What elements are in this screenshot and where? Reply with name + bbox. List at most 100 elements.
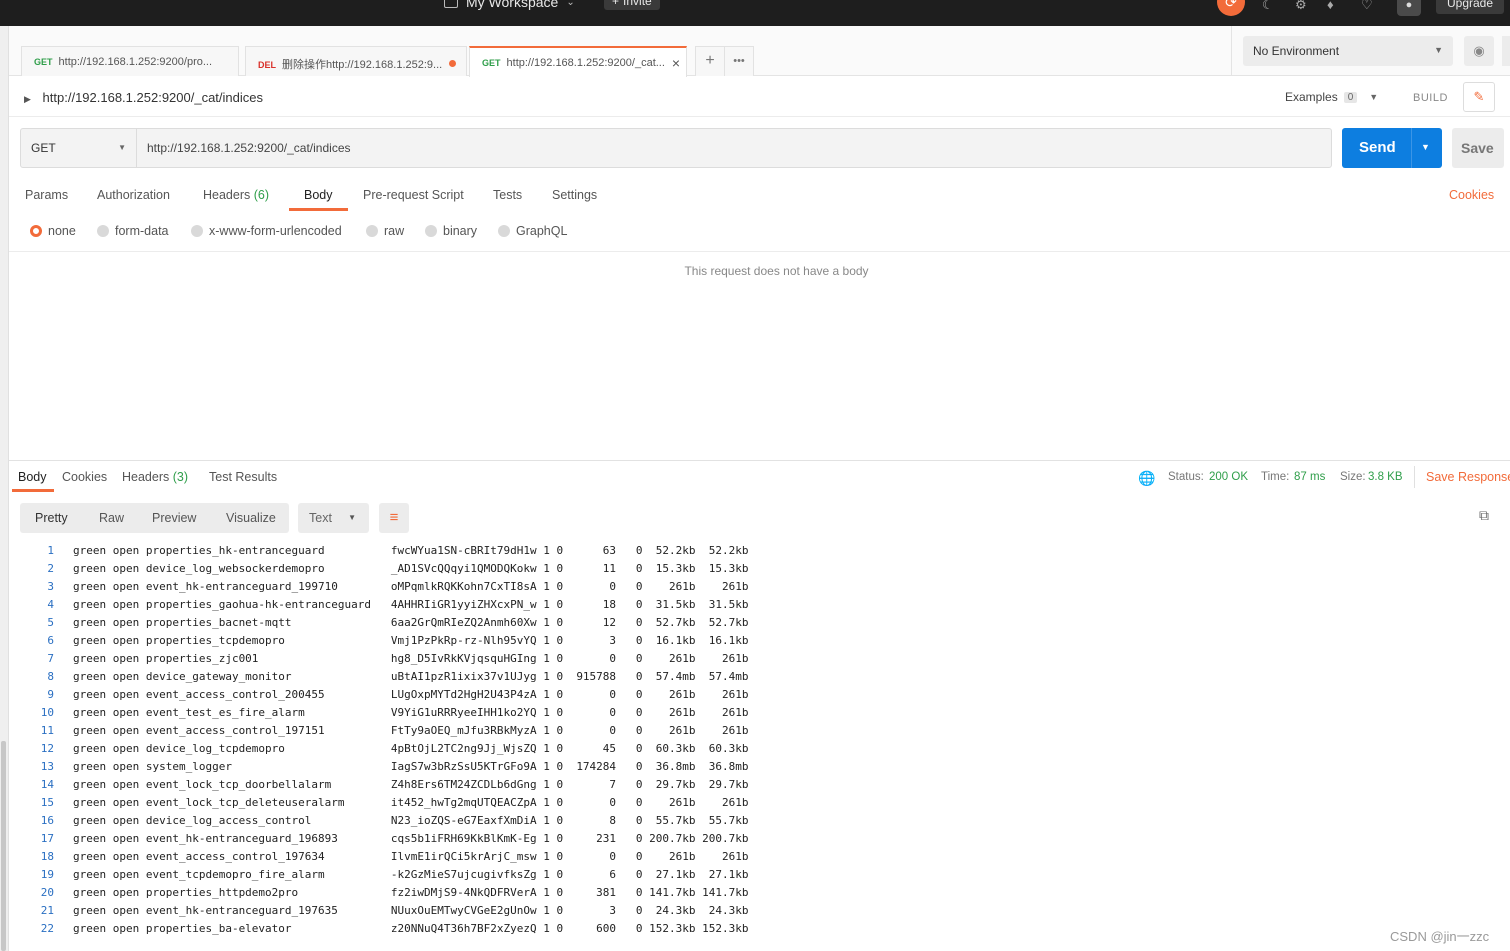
title-bar: My Workspace ⌄ + Invite ⟳ ☾ ⚙ ♦ ♡ ● Upgr… [0, 0, 1510, 26]
bell-icon[interactable]: ♦ [1327, 0, 1334, 12]
response-tab-test-results[interactable]: Test Results [209, 470, 277, 484]
request-tab-active[interactable]: GET http://192.168.1.252:9200/_cat... × [469, 46, 687, 77]
gear-icon[interactable]: ⚙ [1295, 0, 1307, 13]
status-value: 200 OK [1209, 471, 1248, 483]
format-raw[interactable]: Raw [99, 511, 124, 525]
save-button[interactable]: Save [1452, 128, 1504, 168]
line-number: 3 [47, 580, 54, 593]
radio-form-data[interactable]: form-data [97, 224, 169, 238]
heart-icon[interactable]: ♡ [1361, 0, 1373, 13]
line-number: 9 [47, 688, 54, 701]
radio-icon [498, 225, 510, 237]
caret-right-icon: ▶ [24, 94, 31, 104]
tab-method: GET [482, 58, 501, 68]
environment-select[interactable]: No Environment ▼ [1243, 36, 1453, 66]
tab-settings[interactable]: Settings [552, 188, 597, 202]
settings-button[interactable] [1502, 36, 1510, 66]
tab-tests[interactable]: Tests [493, 188, 522, 202]
more-tabs-button[interactable]: ••• [724, 46, 754, 76]
invite-button[interactable]: + Invite [604, 0, 660, 10]
radio-urlencoded[interactable]: x-www-form-urlencoded [191, 224, 342, 238]
line-number: 14 [40, 778, 54, 791]
radio-binary[interactable]: binary [425, 224, 477, 238]
size-value-text: 3.8 KB [1368, 471, 1403, 483]
url-bar: GET ▼ http://192.168.1.252:9200/_cat/ind… [20, 128, 1332, 168]
status-label: Status: [1168, 471, 1204, 483]
line-number: 17 [40, 832, 54, 845]
cookies-link[interactable]: Cookies [1449, 188, 1494, 202]
format-toggle-group: Pretty Raw Preview Visualize [20, 503, 289, 533]
line-text: green open event_hk-entranceguard_196893… [73, 832, 749, 845]
globe-icon[interactable]: 🌐 [1138, 470, 1155, 487]
time-value: 87 ms [1294, 471, 1325, 483]
eye-icon[interactable]: ◉ [1464, 36, 1494, 66]
response-tab-headers[interactable]: Headers (3) [122, 470, 188, 484]
left-scrollbar[interactable] [0, 26, 9, 951]
empty-body-message: This request does not have a body [684, 264, 869, 278]
response-tab-cookies[interactable]: Cookies [62, 470, 107, 484]
pane-splitter[interactable] [9, 460, 1510, 461]
examples-dropdown[interactable]: Examples 0 ▼ [1285, 90, 1378, 104]
capture-icon[interactable]: ☾ [1262, 0, 1274, 13]
radio-raw[interactable]: raw [366, 224, 404, 238]
sync-icon[interactable]: ⟳ [1217, 0, 1245, 16]
wrap-lines-icon[interactable]: ≡ [379, 503, 409, 533]
line-text: green open event_test_es_fire_alarm V9Yi… [73, 706, 749, 719]
line-number: 6 [47, 634, 54, 647]
line-number: 10 [40, 706, 54, 719]
line-number: 5 [47, 616, 54, 629]
tab-authorization[interactable]: Authorization [97, 188, 170, 202]
line-text: green open event_hk-entranceguard_197635… [73, 904, 749, 917]
divider [9, 116, 1510, 117]
radio-label: none [48, 224, 76, 238]
tab-params[interactable]: Params [25, 188, 68, 202]
environment-label: No Environment [1253, 44, 1340, 58]
caret-down-icon: ▼ [348, 513, 356, 522]
scrollbar-thumb[interactable] [1, 741, 6, 951]
tab-headers[interactable]: Headers (6) [203, 188, 269, 202]
workspace-switcher[interactable]: My Workspace ⌄ [444, 0, 575, 10]
send-button[interactable]: Send ▼ [1342, 128, 1442, 168]
build-mode-label[interactable]: BUILD [1413, 92, 1448, 104]
save-response-button[interactable]: Save Response [1426, 470, 1510, 484]
caret-down-icon[interactable]: ▼ [1421, 142, 1430, 152]
copy-icon[interactable]: ⧉ [1479, 507, 1489, 524]
method-label: GET [31, 141, 56, 155]
line-number: 21 [40, 904, 54, 917]
avatar[interactable]: ● [1397, 0, 1421, 16]
line-text: green open properties_bacnet-mqtt 6aa2Gr… [73, 616, 749, 629]
request-name-label: http://192.168.1.252:9200/_cat/indices [42, 90, 263, 105]
radio-icon [366, 225, 378, 237]
line-number: 8 [47, 670, 54, 683]
tab-method: DEL [258, 60, 276, 70]
radio-none[interactable]: none [30, 224, 76, 238]
new-tab-button[interactable]: + [695, 46, 725, 76]
response-tab-body[interactable]: Body [18, 470, 47, 484]
request-tab[interactable]: GET http://192.168.1.252:9200/pro... [21, 46, 239, 76]
close-icon[interactable]: × [672, 55, 680, 71]
line-text: green open device_log_websockerdemopro _… [73, 562, 749, 575]
watermark: CSDN @jin一zzc [1390, 929, 1490, 944]
line-number: 1 [47, 544, 54, 557]
request-tab[interactable]: DEL 删除操作http://192.168.1.252:9... [245, 46, 467, 76]
radio-icon [191, 225, 203, 237]
size-value: 3.8 KB [1368, 471, 1403, 483]
format-preview[interactable]: Preview [152, 511, 196, 525]
format-visualize[interactable]: Visualize [226, 511, 276, 525]
response-type-select[interactable]: Text ▼ [298, 503, 369, 533]
request-name[interactable]: ▶ http://192.168.1.252:9200/_cat/indices [24, 90, 263, 105]
upgrade-button[interactable]: Upgrade [1436, 0, 1504, 14]
divider [1414, 466, 1415, 488]
radio-label: x-www-form-urlencoded [209, 224, 342, 238]
tab-prerequest-script[interactable]: Pre-request Script [363, 188, 464, 202]
url-input[interactable]: http://192.168.1.252:9200/_cat/indices [147, 141, 351, 155]
method-select[interactable]: GET ▼ [21, 129, 137, 167]
send-label: Send [1359, 139, 1396, 156]
tab-body[interactable]: Body [304, 188, 333, 202]
examples-count: 0 [1343, 91, 1358, 103]
format-pretty[interactable]: Pretty [35, 511, 68, 525]
radio-graphql[interactable]: GraphQL [498, 224, 567, 238]
edit-icon[interactable]: ✎ [1463, 82, 1495, 112]
line-text: green open device_gateway_monitor uBtAI1… [73, 670, 749, 683]
line-text: green open properties_hk-entranceguard f… [73, 544, 749, 557]
